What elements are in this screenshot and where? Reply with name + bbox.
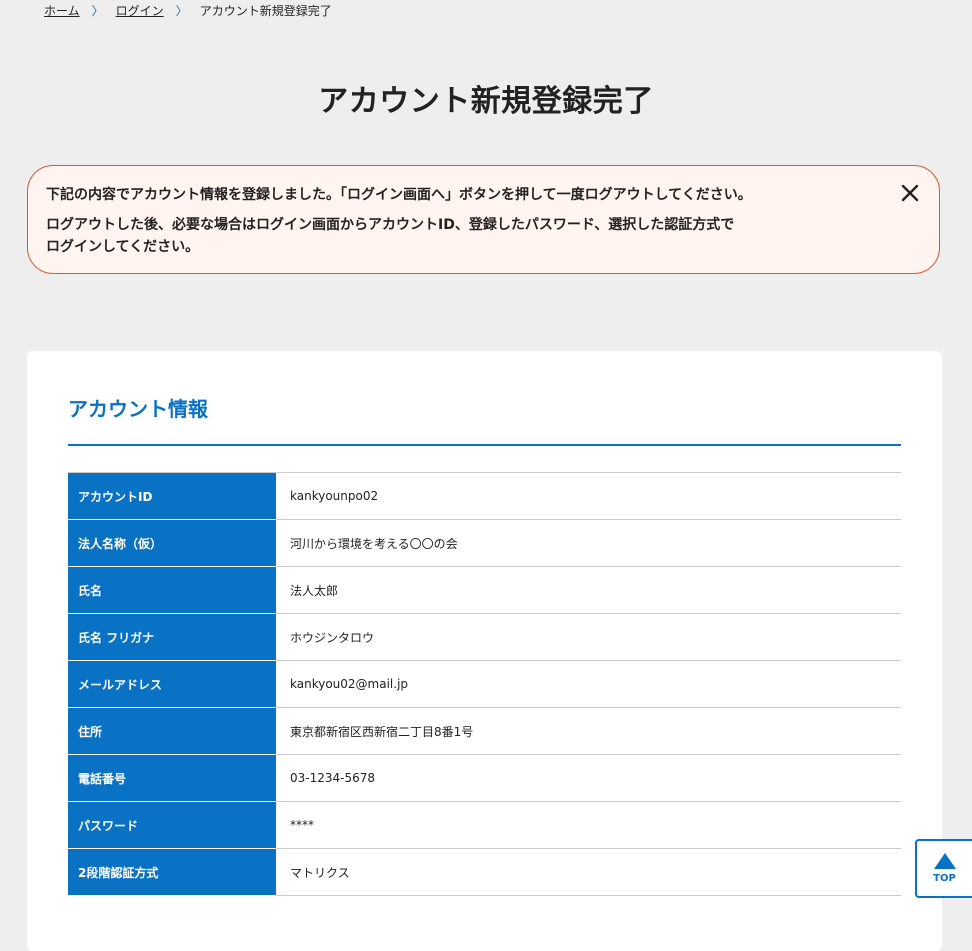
row-label: 電話番号 — [68, 754, 276, 802]
table-row: 2段階認証方式 マトリクス — [68, 848, 901, 896]
row-value: 河川から環境を考える〇〇の会 — [276, 519, 901, 567]
breadcrumb-home-link[interactable]: ホーム — [44, 3, 80, 19]
account-info-heading: アカウント情報 — [68, 397, 208, 421]
row-value: ホウジンタロウ — [276, 613, 901, 661]
notice-line-2: ログアウトした後、必要な場合はログイン画面からアカウントID、登録したパスワード… — [46, 217, 735, 233]
triangle-up-icon — [933, 853, 956, 869]
row-label: 法人名称（仮） — [68, 519, 276, 567]
table-row: メールアドレス kankyou02@mail.jp — [68, 660, 901, 708]
row-value: 法人太郎 — [276, 566, 901, 614]
account-info-card: アカウント情報 アカウントID kankyounpo02 法人名称（仮） 河川か… — [27, 351, 942, 951]
back-to-top-label: TOP — [933, 873, 956, 884]
breadcrumb-separator-icon: 〉 — [91, 4, 104, 18]
notice-line-1: 下記の内容でアカウント情報を登録しました。「ログイン画面へ」ボタンを押して一度ロ… — [46, 187, 752, 203]
account-info-table: アカウントID kankyounpo02 法人名称（仮） 河川から環境を考える〇… — [68, 472, 901, 896]
table-row: 電話番号 03-1234-5678 — [68, 754, 901, 802]
row-label: 住所 — [68, 707, 276, 755]
row-label: アカウントID — [68, 472, 276, 520]
table-row: 住所 東京都新宿区西新宿二丁目8番1号 — [68, 707, 901, 755]
breadcrumb: ホーム 〉 ログイン 〉 アカウント新規登録完了 — [44, 3, 332, 19]
row-label: 氏名 フリガナ — [68, 613, 276, 661]
row-value: マトリクス — [276, 848, 901, 896]
row-label: 氏名 — [68, 566, 276, 614]
breadcrumb-current: アカウント新規登録完了 — [199, 4, 332, 18]
close-icon[interactable] — [899, 182, 921, 204]
table-row: アカウントID kankyounpo02 — [68, 472, 901, 520]
back-to-top-button[interactable]: TOP — [915, 839, 972, 898]
row-value: 03-1234-5678 — [276, 754, 901, 802]
breadcrumb-separator-icon: 〉 — [175, 4, 188, 18]
table-row: 氏名 法人太郎 — [68, 566, 901, 614]
notice-box: 下記の内容でアカウント情報を登録しました。「ログイン画面へ」ボタンを押して一度ロ… — [27, 165, 940, 274]
heading-divider — [68, 444, 901, 446]
row-value: **** — [276, 801, 901, 849]
table-row: パスワード **** — [68, 801, 901, 849]
table-row: 法人名称（仮） 河川から環境を考える〇〇の会 — [68, 519, 901, 567]
row-value: 東京都新宿区西新宿二丁目8番1号 — [276, 707, 901, 755]
row-label: メールアドレス — [68, 660, 276, 708]
row-value: kankyou02@mail.jp — [276, 660, 901, 708]
row-label: 2段階認証方式 — [68, 848, 276, 896]
row-label: パスワード — [68, 801, 276, 849]
page-title: アカウント新規登録完了 — [318, 84, 654, 119]
notice-line-3: ログインしてください。 — [46, 239, 200, 255]
row-value: kankyounpo02 — [276, 472, 901, 520]
breadcrumb-login-link[interactable]: ログイン — [116, 3, 164, 19]
table-row: 氏名 フリガナ ホウジンタロウ — [68, 613, 901, 661]
